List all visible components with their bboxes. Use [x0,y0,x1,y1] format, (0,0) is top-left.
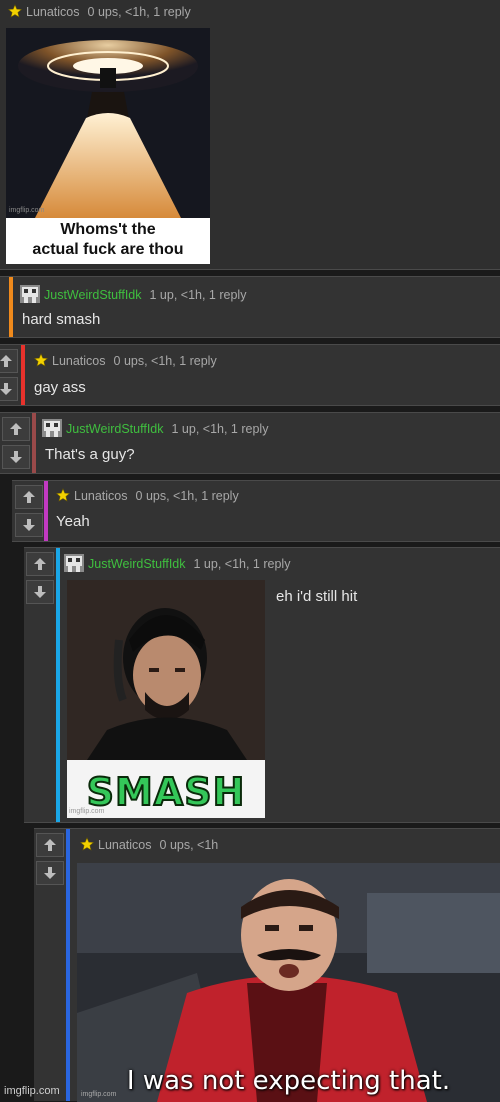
comment-username[interactable]: Lunaticos [74,489,128,503]
pixel-avatar-icon[interactable] [42,419,62,437]
comment-header: JustWeirdStuffIdk 1 up, <1h, 1 reply [20,285,246,303]
comment-1: JustWeirdStuffIdk 1 up, <1h, 1 reply hard… [0,276,500,338]
thread-bar [9,277,13,337]
star-icon [80,837,94,851]
thread-bar [44,481,48,541]
comment-header: Lunaticos 0 ups, <1h [80,837,218,852]
comment-meme-image[interactable]: I was not expecting that. imgflip.com [77,863,500,1102]
upvote-button[interactable] [0,349,18,373]
comment-6: Lunaticos 0 ups, <1h I was not expecting … [34,828,500,1102]
comment-image-caption: I was not expecting that. [126,1066,451,1096]
imgflip-watermark: imgflip.com [4,1085,60,1097]
comment-username[interactable]: JustWeirdStuffIdk [44,288,142,302]
comment-meta: 1 up, <1h, 1 reply [149,288,247,302]
comment-image-credit: imgflip.com [81,1091,117,1098]
thread-bar [32,413,36,473]
comment-image-caption: SMASH [86,770,246,814]
comment-meta: 0 ups, <1h [159,838,219,852]
caption-line-1: Whoms't the [60,221,156,238]
post-meta: 0 ups, <1h, 1 reply [87,5,191,19]
comment-text: Yeah [56,513,90,530]
downvote-button[interactable] [0,377,18,401]
arrow-up-icon [33,557,47,571]
arrow-down-icon [43,866,57,880]
comment-header: Lunaticos 0 ups, <1h, 1 reply [34,353,217,368]
comment-username[interactable]: JustWeirdStuffIdk [66,422,164,436]
arrow-up-icon [43,838,57,852]
comment-3: JustWeirdStuffIdk 1 up, <1h, 1 reply That… [0,412,500,474]
star-icon [56,488,70,502]
comment-username[interactable]: Lunaticos [98,838,152,852]
arrow-down-icon [33,585,47,599]
comment-4: Lunaticos 0 ups, <1h, 1 reply Yeah [12,480,500,542]
comment-username[interactable]: JustWeirdStuffIdk [88,557,186,571]
downvote-button[interactable] [2,445,30,469]
upvote-button[interactable] [15,485,43,509]
comment-header: Lunaticos 0 ups, <1h, 1 reply [56,488,239,503]
upvote-button[interactable] [36,833,64,857]
caption-line-2: actual fuck are thou [32,241,184,258]
pixel-avatar-icon[interactable] [20,285,40,303]
arrow-up-icon [9,422,23,436]
top-post: Lunaticos 0 ups, <1h, 1 reply Whoms't th… [0,0,500,270]
post-header: Lunaticos 0 ups, <1h, 1 reply [8,4,191,19]
thread-bar [66,829,70,1101]
arrow-down-icon [22,518,36,532]
post-image-caption: Whoms't the actual fuck are thou [6,220,210,264]
comment-meta: 0 ups, <1h, 1 reply [135,489,239,503]
comment-text: That's a guy? [45,446,135,463]
pixel-avatar-icon[interactable] [64,554,84,572]
thread-bar [21,345,25,405]
arrow-down-icon [0,382,13,396]
post-image-credit: imgflip.com [9,207,45,214]
downvote-button[interactable] [36,861,64,885]
comment-header: JustWeirdStuffIdk 1 up, <1h, 1 reply [42,419,268,437]
comment-meta: 0 ups, <1h, 1 reply [113,354,217,368]
comment-username[interactable]: Lunaticos [52,354,106,368]
comment-2: Lunaticos 0 ups, <1h, 1 reply gay ass [0,344,500,406]
star-icon [8,4,22,18]
comment-meta: 1 up, <1h, 1 reply [171,422,269,436]
downvote-button[interactable] [15,513,43,537]
comment-5: JustWeirdStuffIdk 1 up, <1h, 1 reply SMAS… [24,547,500,823]
arrow-down-icon [9,450,23,464]
arrow-up-icon [22,490,36,504]
upvote-button[interactable] [26,552,54,576]
comment-text: gay ass [34,379,86,396]
thread-bar [56,548,60,822]
comment-header: JustWeirdStuffIdk 1 up, <1h, 1 reply [64,554,290,572]
comment-meta: 1 up, <1h, 1 reply [193,557,291,571]
star-icon [34,353,48,367]
comment-meme-image[interactable]: SMASH imgflip.com [67,580,265,818]
upvote-button[interactable] [2,417,30,441]
arrow-up-icon [0,354,13,368]
downvote-button[interactable] [26,580,54,604]
comment-image-credit: imgflip.com [69,808,105,815]
post-username[interactable]: Lunaticos [26,5,80,19]
comment-text: eh i'd still hit [276,588,358,605]
comment-text: hard smash [22,311,101,328]
post-meme-image[interactable]: Whoms't the actual fuck are thou imgflip… [6,28,210,264]
